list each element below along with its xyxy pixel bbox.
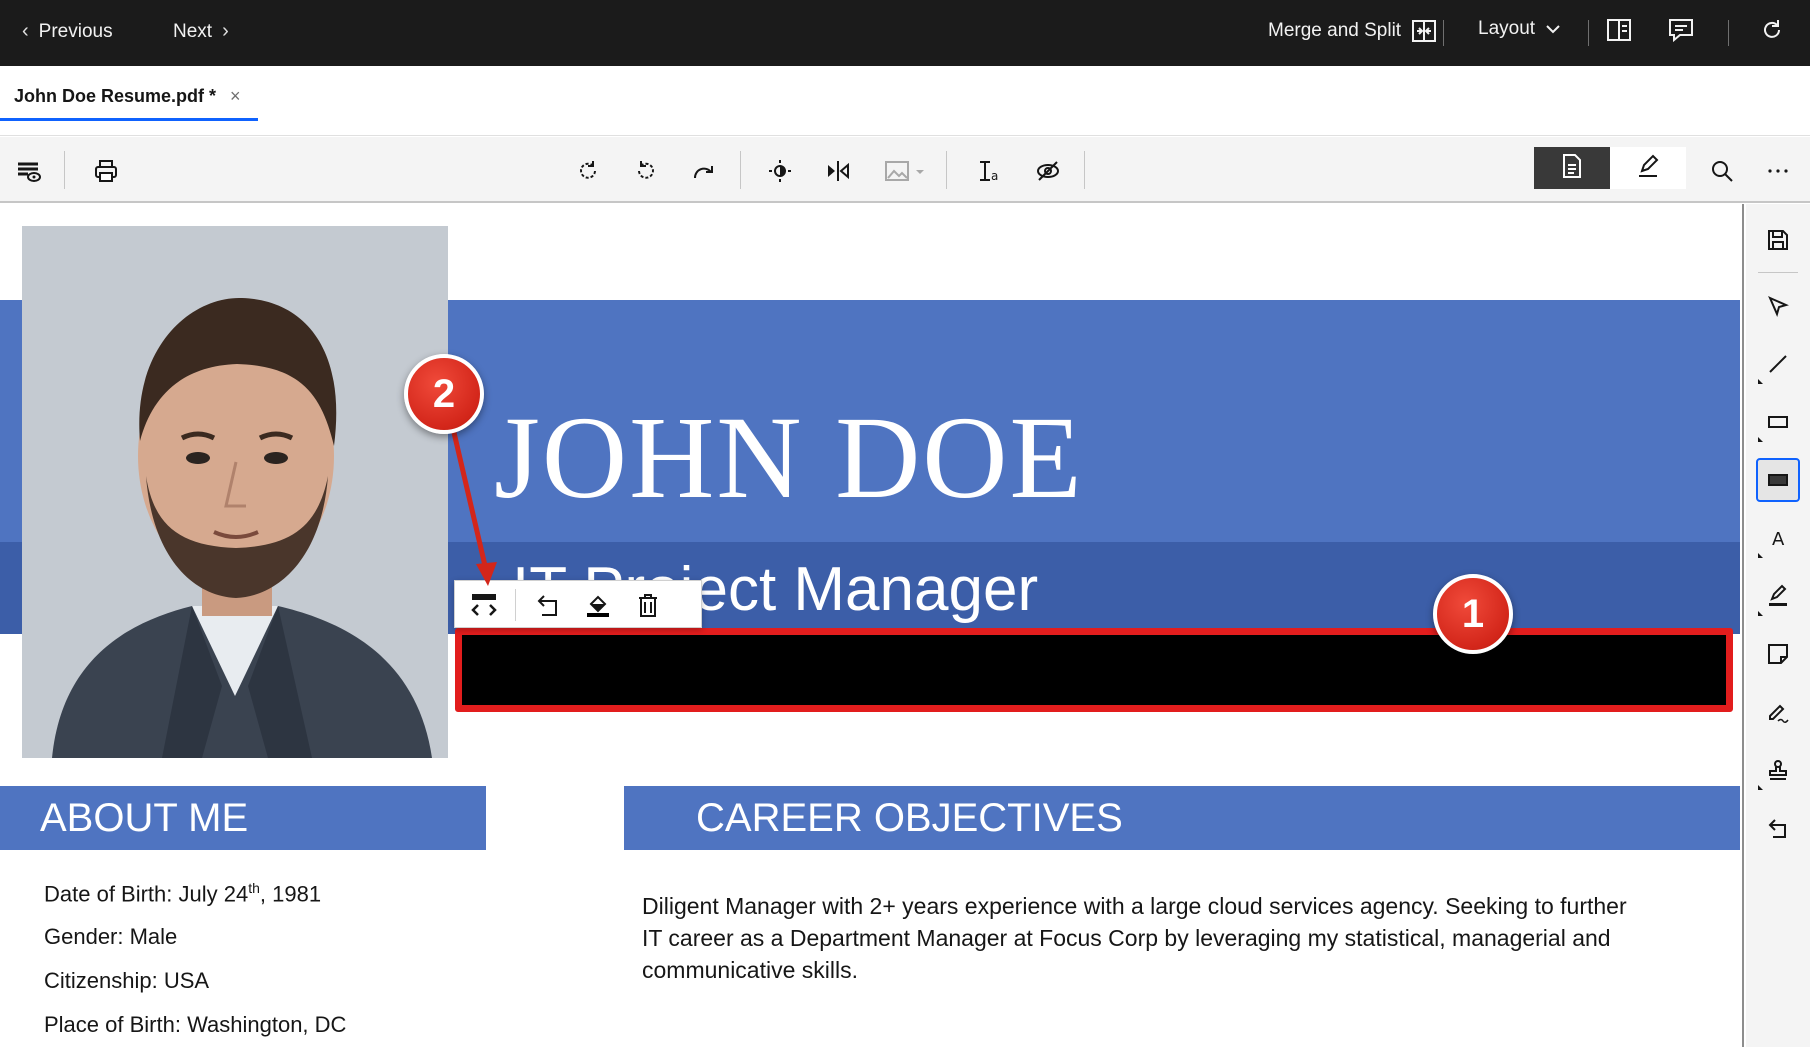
tab-john-doe-resume[interactable]: John Doe Resume.pdf * × [14, 86, 241, 107]
merge-split-label: Merge and Split [1268, 20, 1402, 41]
redo-icon[interactable] [690, 157, 718, 185]
redact-rectangle-icon[interactable] [1756, 458, 1800, 502]
rail-corner-indicator [1758, 611, 1763, 616]
rail-corner-indicator [1758, 379, 1763, 384]
print-icon[interactable] [92, 157, 120, 185]
dob-superscript: th [248, 880, 260, 896]
toolbar-divider [64, 151, 65, 189]
previous-button[interactable]: ‹ Previous [22, 20, 113, 43]
signature-icon[interactable] [1756, 690, 1800, 734]
panel-toggle-button[interactable] [1606, 18, 1632, 42]
about-dob: Date of Birth: July 24th, 1981 [44, 880, 321, 907]
search-icon[interactable] [1708, 157, 1736, 185]
panel-icon [1606, 18, 1632, 42]
refresh-button[interactable] [1760, 18, 1784, 42]
hide-icon[interactable] [1034, 157, 1062, 185]
more-options-icon[interactable] [1764, 157, 1792, 185]
toolbar-divider [1084, 151, 1085, 189]
svg-text:a: a [991, 169, 998, 183]
comments-button[interactable] [1668, 18, 1694, 42]
callout-badge-1: 1 [1433, 574, 1513, 654]
about-gender: Gender: Male [44, 924, 178, 949]
toolbar-divider [740, 151, 741, 189]
career-objectives-heading: CAREER OBJECTIVES [624, 786, 1740, 850]
rail-corner-indicator [1758, 785, 1763, 790]
chevron-down-icon [1545, 21, 1561, 37]
layout-dropdown[interactable]: Layout [1478, 18, 1561, 40]
view-options-icon[interactable] [15, 157, 43, 185]
rotate-counterclockwise-icon[interactable] [632, 157, 660, 185]
dob-suffix: , 1981 [259, 881, 322, 907]
refresh-icon [1760, 18, 1784, 42]
previous-label: Previous [38, 20, 113, 42]
about-me-heading: ABOUT ME [0, 786, 486, 850]
note-icon[interactable] [1756, 632, 1800, 676]
highlight-icon[interactable] [1756, 574, 1800, 618]
rail-divider [1758, 272, 1798, 273]
next-button[interactable]: Next › [173, 20, 229, 43]
annotate-mode-button[interactable] [1610, 147, 1686, 189]
document-icon [1561, 153, 1583, 184]
stamp-icon[interactable] [1756, 748, 1800, 792]
merge-split-icon [1411, 18, 1437, 44]
topbar-divider [1443, 20, 1444, 46]
document-mode-button[interactable] [1534, 147, 1610, 189]
chevron-right-icon: › [222, 20, 229, 42]
main-toolbar: a [0, 137, 1810, 203]
undo-icon[interactable] [1756, 806, 1800, 850]
line-icon[interactable] [1756, 342, 1800, 386]
next-label: Next [173, 20, 213, 42]
document-viewport[interactable]: JOHN DOE IT Project Manager 2 1 ABOUT ME… [0, 204, 1744, 1047]
rail-corner-indicator [1758, 437, 1763, 442]
layout-label: Layout [1478, 18, 1536, 39]
flip-icon[interactable] [824, 157, 852, 185]
about-place-of-birth: Place of Birth: Washington, DC [44, 1012, 347, 1037]
topbar-divider [1728, 20, 1729, 46]
svg-text:A: A [1772, 529, 1785, 550]
image-icon[interactable] [882, 157, 930, 185]
close-icon[interactable]: × [230, 86, 241, 107]
text-icon[interactable]: A [1756, 516, 1800, 560]
rotate-clockwise-icon[interactable] [574, 157, 602, 185]
active-tab-indicator [0, 118, 258, 121]
tab-title: John Doe Resume.pdf * [14, 86, 217, 106]
pen-icon [1636, 153, 1660, 184]
career-objectives-text: Diligent Manager with 2+ years experienc… [642, 893, 1627, 983]
dob-prefix: Date of Birth: July 24 [44, 881, 249, 907]
comment-icon [1668, 18, 1694, 42]
save-icon[interactable] [1756, 218, 1800, 262]
rectangle-icon[interactable] [1756, 400, 1800, 444]
about-citizenship: Citizenship: USA [44, 968, 210, 993]
text-recognition-icon[interactable]: a [976, 157, 1004, 185]
chevron-left-icon: ‹ [22, 20, 29, 42]
document-tabbar: John Doe Resume.pdf * × [0, 66, 1810, 136]
annotation-rail: A [1746, 204, 1810, 1047]
brightness-icon[interactable] [766, 157, 794, 185]
about-me-heading-text: ABOUT ME [40, 795, 249, 840]
topbar-divider [1588, 20, 1589, 46]
career-objectives-heading-text: CAREER OBJECTIVES [696, 795, 1123, 840]
app-topbar: ‹ Previous Next › Merge and Split Layout [0, 0, 1810, 66]
merge-split-button[interactable]: Merge and Split [1268, 18, 1437, 44]
select-icon[interactable] [1756, 284, 1800, 328]
callout-badge-2: 2 [404, 354, 484, 434]
toolbar-divider [946, 151, 947, 189]
rail-corner-indicator [1758, 553, 1763, 558]
